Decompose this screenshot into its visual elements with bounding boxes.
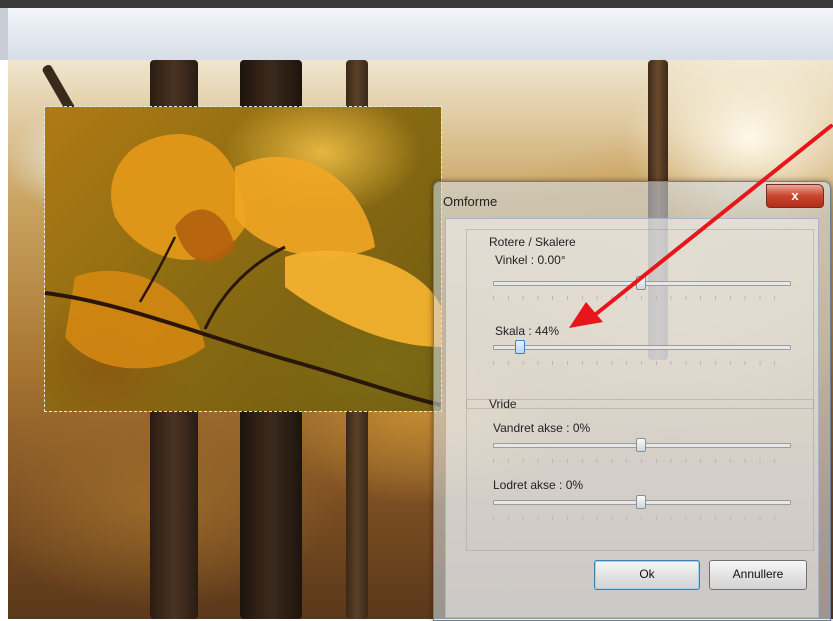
annotation-layer (569, 124, 833, 328)
annotation-arrow (594, 124, 833, 316)
